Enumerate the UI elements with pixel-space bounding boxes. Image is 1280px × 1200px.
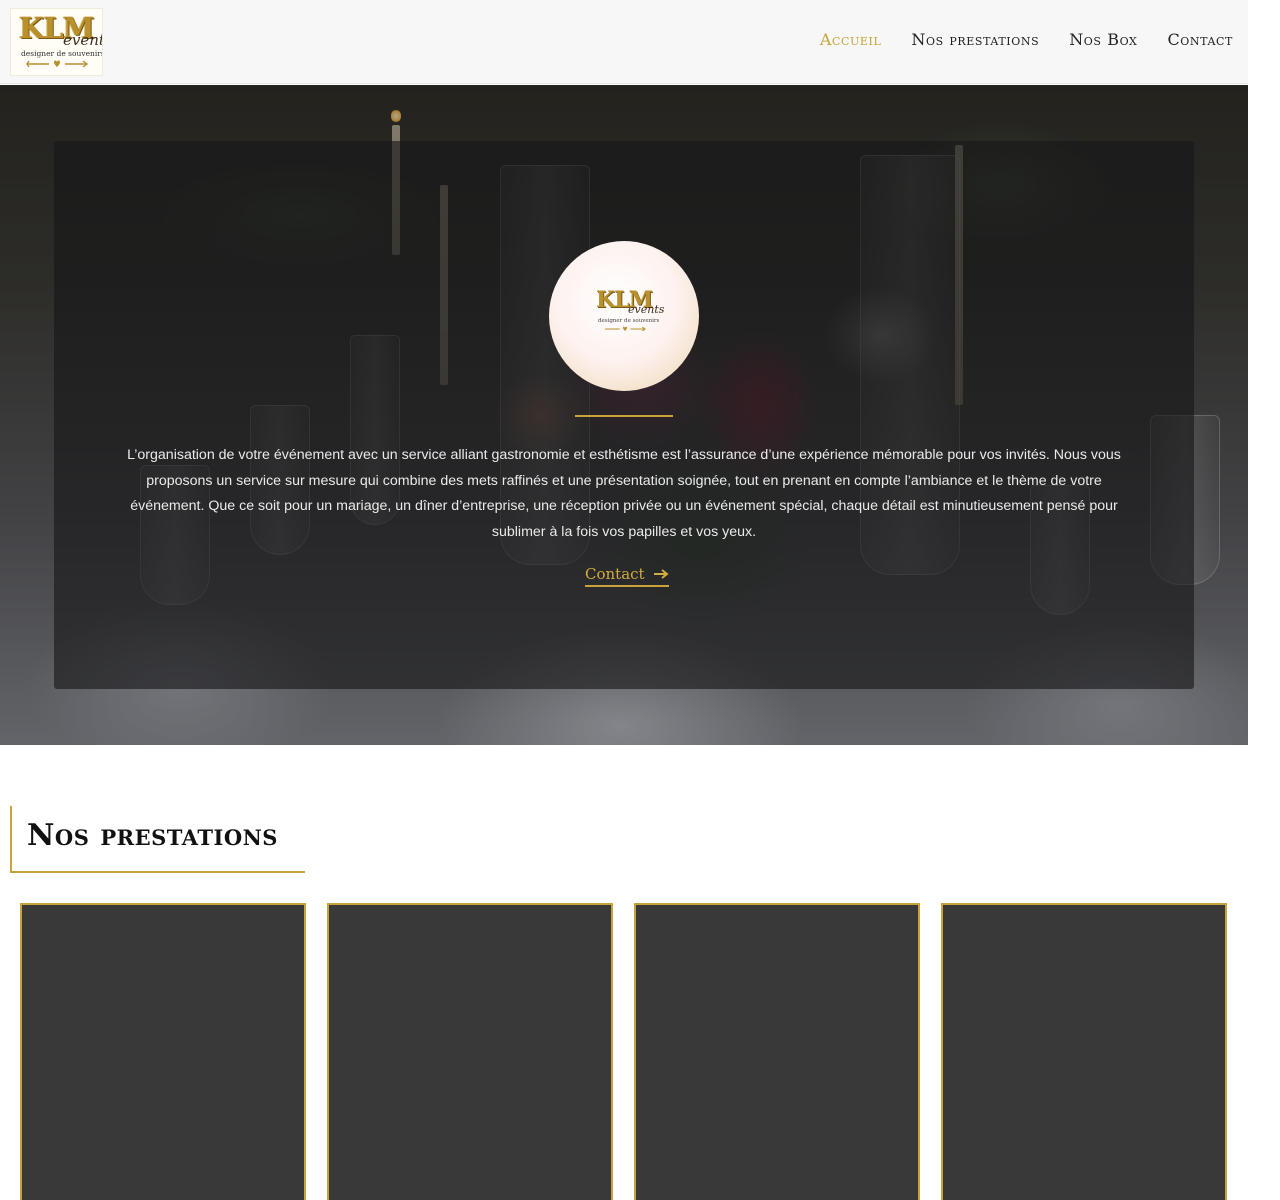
hero-description: L’organisation de votre événement avec u… — [127, 447, 1121, 540]
avatar-arrows-icon — [605, 326, 646, 332]
site-header: KLM events designer de souvenirs Accueil… — [0, 0, 1248, 84]
hero-section: KLM events designer de souvenirs L’organ… — [0, 85, 1248, 745]
logo-arrows-icon — [26, 60, 89, 68]
prestations-title-block: Nos prestations — [10, 806, 305, 873]
nav-nos-prestations[interactable]: Nos prestations — [911, 30, 1039, 49]
prestation-card[interactable] — [634, 903, 920, 1200]
prestation-card[interactable] — [20, 903, 306, 1200]
site-logo[interactable]: KLM events designer de souvenirs — [10, 8, 103, 76]
hero-card: KLM events designer de souvenirs L’organ… — [54, 141, 1194, 689]
nav-accueil[interactable]: Accueil — [820, 30, 882, 49]
arrow-right-icon — [653, 569, 669, 579]
page: KLM events designer de souvenirs Accueil… — [0, 0, 1248, 1200]
prestation-card[interactable] — [941, 903, 1227, 1200]
hero-contact-button[interactable]: Contact — [585, 565, 669, 587]
hero-divider — [575, 415, 673, 417]
prestations-title: Nos prestations — [27, 818, 278, 853]
logo-tagline: designer de souvenirs — [21, 49, 103, 58]
prestation-card[interactable] — [327, 903, 613, 1200]
avatar-tagline: designer de souvenirs — [598, 318, 660, 324]
hero-contact-label: Contact — [585, 565, 645, 583]
main-nav: Accueil Nos prestations Nos Box Contact — [820, 30, 1233, 49]
avatar-events-text: events — [628, 303, 665, 316]
prestations-cards — [20, 903, 1227, 1200]
nav-contact[interactable]: Contact — [1167, 30, 1233, 49]
hero-logo-avatar: KLM events designer de souvenirs — [549, 241, 699, 391]
logo-events-text: events — [63, 31, 102, 49]
nav-nos-box[interactable]: Nos Box — [1069, 30, 1137, 49]
